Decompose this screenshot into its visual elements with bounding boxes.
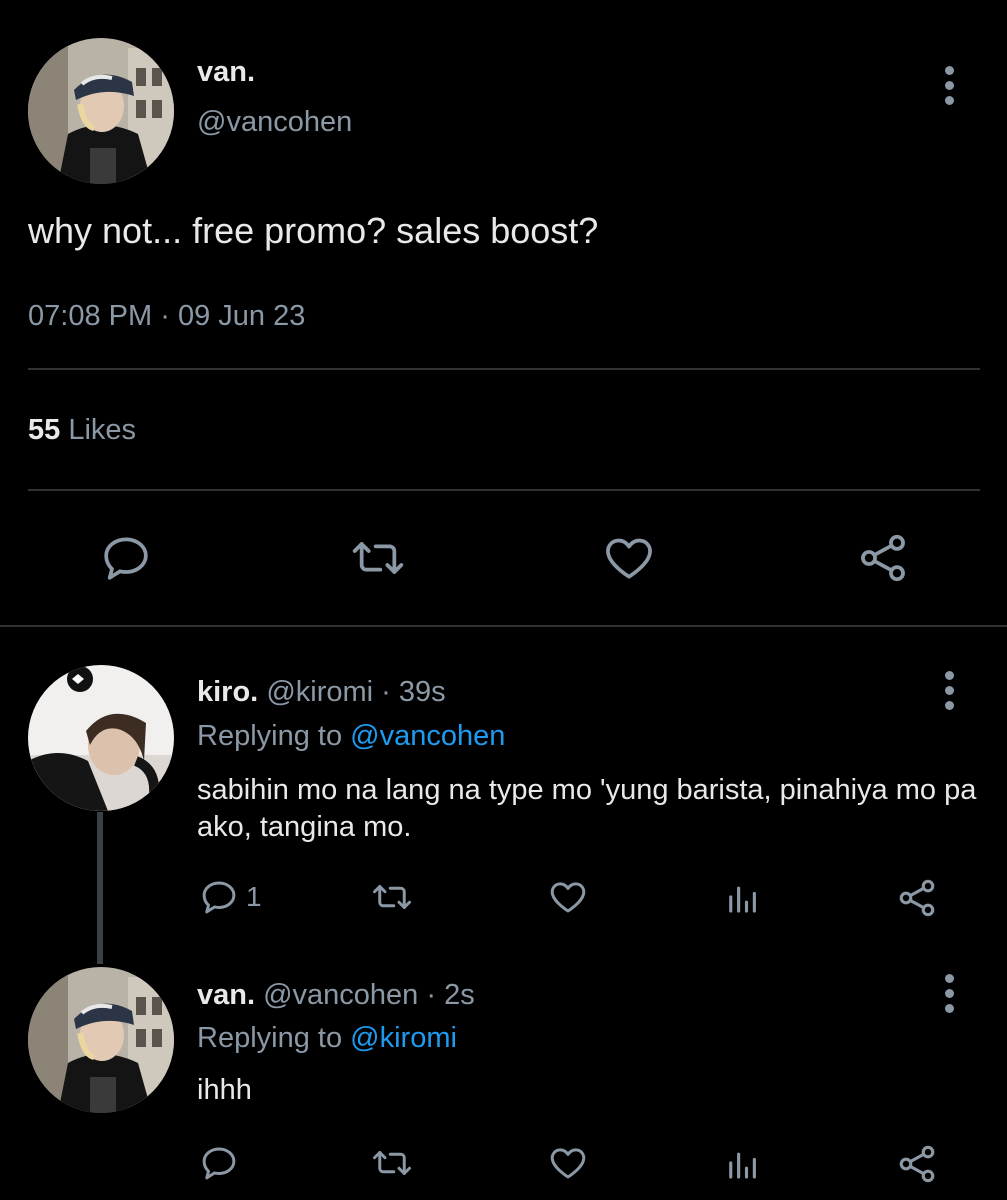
reply-time: 2s xyxy=(444,979,475,1011)
reply-separator: · xyxy=(426,979,437,1011)
share-icon[interactable] xyxy=(855,530,911,586)
thread-line xyxy=(97,812,103,964)
heart-icon[interactable] xyxy=(547,876,589,918)
retweet-icon[interactable] xyxy=(368,876,416,918)
retweet-icon[interactable] xyxy=(368,1142,416,1184)
reply-text: ihhh xyxy=(197,1074,252,1106)
main-display-name[interactable]: van. xyxy=(197,56,255,89)
more-vertical-icon[interactable] xyxy=(939,969,959,1017)
reply-handle[interactable]: @vancohen xyxy=(263,979,418,1011)
avatar-van[interactable] xyxy=(28,38,174,184)
replying-to-link[interactable]: @vancohen xyxy=(350,720,505,752)
reply-header: van. @vancohen · 2s xyxy=(197,979,475,1012)
share-icon[interactable] xyxy=(895,1142,939,1186)
share-icon[interactable] xyxy=(895,876,939,920)
likes-stat[interactable]: 55 Likes xyxy=(28,414,136,447)
likes-label: Likes xyxy=(68,414,137,446)
divider xyxy=(0,625,1007,627)
reply-handle[interactable]: @kiromi xyxy=(266,676,373,708)
likes-count: 55 xyxy=(28,414,61,446)
reply-display-name[interactable]: kiro. xyxy=(197,676,258,708)
heart-icon[interactable] xyxy=(547,1142,589,1184)
replying-to-link[interactable]: @kiromi xyxy=(350,1022,457,1054)
replying-to-prefix: Replying to xyxy=(197,720,343,752)
more-vertical-icon[interactable] xyxy=(939,61,959,109)
reply-header: kiro. @kiromi · 39s xyxy=(197,676,446,709)
reply-icon[interactable] xyxy=(198,1142,246,1184)
avatar-kiro[interactable] xyxy=(28,665,174,811)
tweet-timestamp: 07:08 PM · 09 Jun 23 xyxy=(28,300,305,333)
replying-to-prefix: Replying to xyxy=(197,1022,343,1054)
reply-icon[interactable]: 1 xyxy=(198,876,262,918)
timestamp-separator: · xyxy=(160,300,170,332)
views-icon[interactable] xyxy=(722,1142,764,1184)
reply-icon[interactable] xyxy=(98,530,154,586)
avatar-van[interactable] xyxy=(28,967,174,1113)
reply-time: 39s xyxy=(398,676,446,708)
reply-display-name[interactable]: van. xyxy=(197,979,255,1011)
replying-to: Replying to @vancohen xyxy=(197,720,505,753)
reply-count: 1 xyxy=(246,881,262,912)
retweet-icon[interactable] xyxy=(347,530,409,586)
replying-to: Replying to @kiromi xyxy=(197,1022,457,1055)
main-handle[interactable]: @vancohen xyxy=(197,106,352,139)
reply-text: sabihin mo na lang na type mo 'yung bari… xyxy=(197,774,977,843)
divider xyxy=(28,368,980,370)
tweet-time: 07:08 PM xyxy=(28,300,153,332)
tweet-date: 09 Jun 23 xyxy=(177,300,306,332)
tweet-text: why not... free promo? sales boost? xyxy=(28,210,599,251)
views-icon[interactable] xyxy=(722,876,764,918)
heart-icon[interactable] xyxy=(601,530,657,586)
reply-separator: · xyxy=(381,676,391,708)
more-vertical-icon[interactable] xyxy=(939,666,959,714)
divider xyxy=(28,489,980,491)
